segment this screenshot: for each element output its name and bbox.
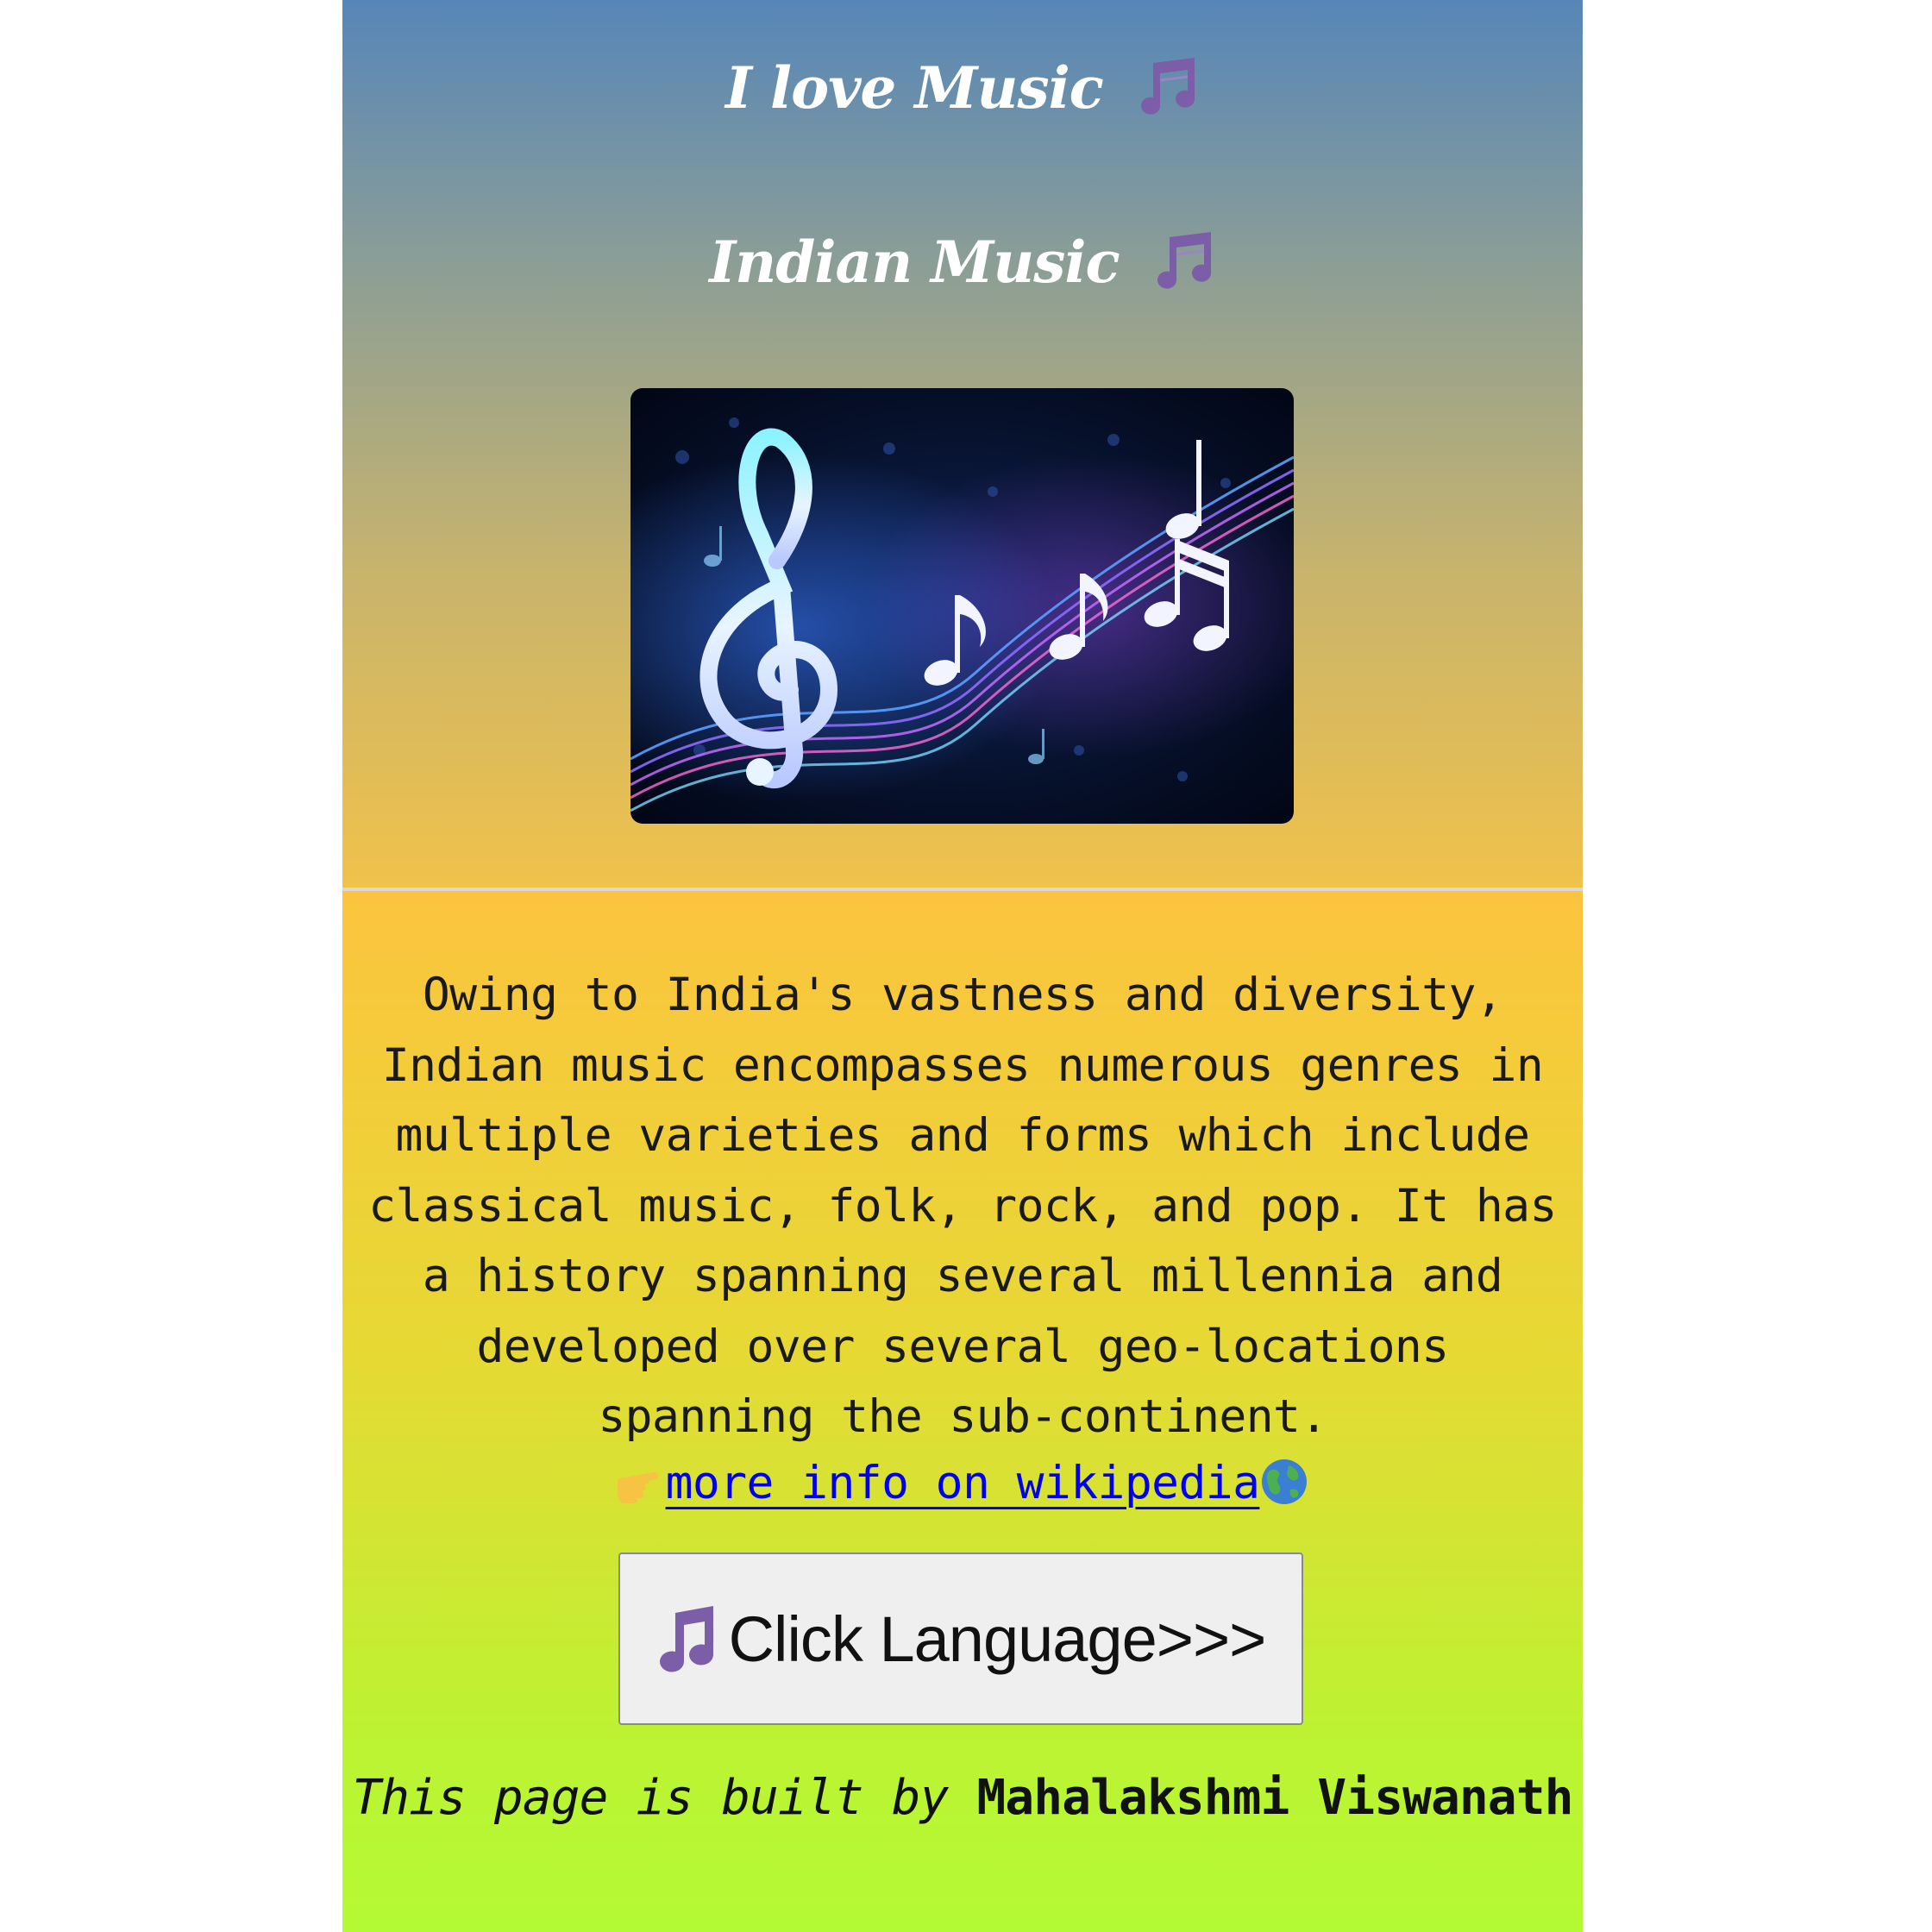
click-language-button-label: Click Language>>> [728, 1603, 1267, 1675]
globe-icon [1262, 1459, 1308, 1505]
musical-notes-icon [1140, 58, 1195, 115]
click-language-button[interactable]: Click Language>>> [618, 1552, 1303, 1725]
pointing-hand-icon [617, 1472, 659, 1504]
header-panel: I love Music Indian Music [342, 0, 1583, 889]
music-artwork-graphic [630, 388, 1294, 824]
musical-note-icon [659, 1606, 713, 1672]
wikipedia-link-label: more info on wikipedia [665, 1457, 1260, 1509]
footer-author: Mahalakshmi Viswanath [976, 1770, 1573, 1826]
wiki-link-line: more info on wikipedia [342, 1449, 1583, 1518]
section-heading: Indian Music [342, 228, 1583, 298]
page: I love Music Indian Music Owing to India… [342, 0, 1583, 1932]
musical-notes-icon [1157, 232, 1211, 289]
music-artwork-image [630, 388, 1294, 824]
page-title: I love Music [342, 53, 1583, 123]
page-title-text: I love Music [725, 54, 1104, 122]
wikipedia-link[interactable]: more info on wikipedia [616, 1457, 1310, 1509]
section-heading-text: Indian Music [709, 229, 1120, 296]
footer-lead-text: This page is built by [352, 1770, 977, 1826]
page-footer: This page is built by Mahalakshmi Viswan… [342, 1763, 1583, 1834]
description-paragraph: Owing to India's vastness and diversity,… [368, 969, 1557, 1443]
